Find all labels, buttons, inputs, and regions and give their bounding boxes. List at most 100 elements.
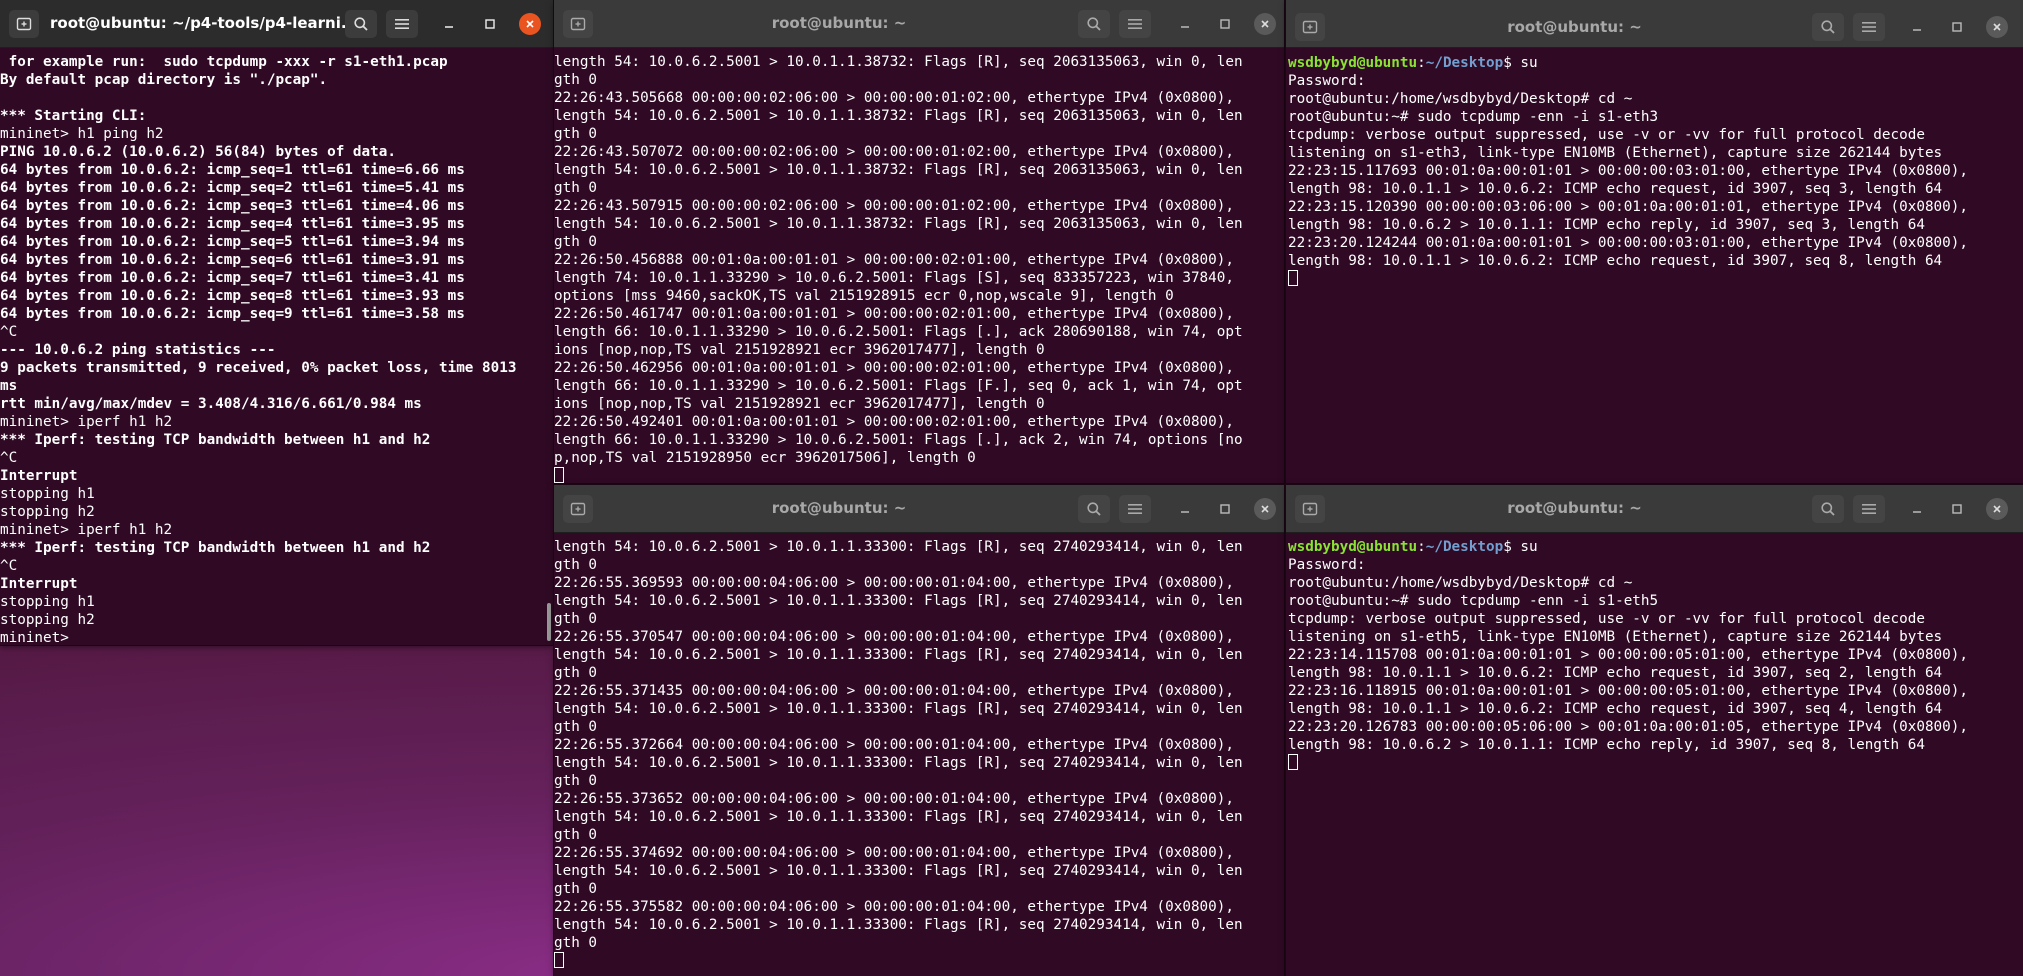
terminal-text: stopping h1 — [0, 486, 95, 502]
terminal-window-tcpdump-bottom[interactable]: root@ubuntu: ~ length 54: 10.0.6.2.5001 … — [554, 485, 1284, 976]
new-tab-icon — [570, 16, 586, 32]
hamburger-menu-icon — [1862, 21, 1876, 33]
terminal-line: stopping h2 — [0, 503, 553, 521]
new-tab-button[interactable] — [1295, 13, 1325, 41]
terminal-text: : — [1417, 539, 1426, 555]
new-tab-button[interactable] — [9, 10, 39, 38]
terminal-text: listening on s1-eth5, link-type EN10MB (… — [1288, 629, 1943, 645]
terminal-cursor — [554, 467, 564, 483]
terminal-line: length 54: 10.0.6.2.5001 > 10.0.1.1.3330… — [554, 646, 1284, 664]
terminal-line: wsdbybyd@ubuntu:~/Desktop$ su — [1288, 54, 2023, 72]
close-button[interactable] — [1254, 498, 1276, 520]
terminal-line: 22:26:50.462956 00:01:0a:00:01:01 > 00:0… — [554, 359, 1284, 377]
terminal-text: 22:23:16.118915 00:01:0a:00:01:01 > 00:0… — [1288, 683, 1968, 699]
titlebar[interactable]: root@ubuntu: ~ — [554, 485, 1284, 533]
terminal-text: root@ubuntu:~# sudo tcpdump -enn -i s1-e… — [1288, 109, 1659, 125]
close-button[interactable] — [519, 13, 541, 35]
terminal-line: length 66: 10.0.1.1.33290 > 10.0.6.2.500… — [554, 323, 1284, 341]
titlebar[interactable]: root@ubuntu: ~ — [1286, 485, 2023, 533]
window-title: root@ubuntu: ~ — [771, 499, 907, 517]
maximize-button[interactable] — [1946, 498, 1968, 520]
close-button[interactable] — [1254, 13, 1276, 35]
maximize-button[interactable] — [1214, 498, 1236, 520]
new-tab-button[interactable] — [563, 495, 593, 523]
terminal-text: *** Iperf: testing TCP bandwidth between… — [0, 432, 431, 448]
menu-button[interactable] — [1853, 13, 1885, 41]
terminal-text: 22:23:15.117693 00:01:0a:00:01:01 > 00:0… — [1288, 163, 1968, 179]
search-icon — [1086, 16, 1102, 32]
terminal-window-mininet[interactable]: root@ubuntu: ~/p4-tools/p4-learni... for… — [0, 0, 553, 645]
terminal-text: 64 bytes from 10.0.6.2: icmp_seq=8 ttl=6… — [0, 288, 465, 304]
terminal-line: 22:23:14.115708 00:01:0a:00:01:01 > 00:0… — [1288, 646, 2023, 664]
terminal-output[interactable]: for example run: sudo tcpdump -xxx -r s1… — [0, 48, 553, 645]
new-tab-button[interactable] — [563, 10, 593, 38]
terminal-window-s1-eth3[interactable]: root@ubuntu: ~ wsdbybyd@ubuntu:~/Desktop… — [1286, 0, 2023, 483]
menu-button[interactable] — [1119, 10, 1151, 38]
terminal-line: *** Iperf: testing TCP bandwidth between… — [0, 431, 553, 449]
terminal-line: 22:23:15.117693 00:01:0a:00:01:01 > 00:0… — [1288, 162, 2023, 180]
new-tab-button[interactable] — [1295, 495, 1325, 523]
window-title: root@ubuntu: ~ — [1507, 18, 1642, 36]
terminal-line: mininet> iperf h1 h2 — [0, 521, 553, 539]
titlebar[interactable]: root@ubuntu: ~ — [554, 0, 1284, 48]
terminal-line: 22:26:55.370547 00:00:00:04:06:00 > 00:0… — [554, 628, 1284, 646]
terminal-text: gth 0 — [554, 557, 598, 573]
maximize-icon — [1952, 504, 1962, 514]
close-button[interactable] — [1986, 498, 2008, 520]
titlebar[interactable]: root@ubuntu: ~/p4-tools/p4-learni... — [0, 0, 553, 48]
terminal-line: 9 packets transmitted, 9 received, 0% pa… — [0, 359, 553, 377]
maximize-button[interactable] — [1946, 16, 1968, 38]
terminal-line: options [mss 9460,sackOK,TS val 21519289… — [554, 287, 1284, 305]
terminal-line: root@ubuntu:~# sudo tcpdump -enn -i s1-e… — [1288, 592, 2023, 610]
minimize-button[interactable] — [1174, 13, 1196, 35]
search-button[interactable] — [1812, 495, 1844, 523]
terminal-line: 22:23:20.124244 00:01:0a:00:01:01 > 00:0… — [1288, 234, 2023, 252]
terminal-line: 22:26:43.505668 00:00:00:02:06:00 > 00:0… — [554, 89, 1284, 107]
terminal-text: root@ubuntu:~# sudo tcpdump -enn -i s1-e… — [1288, 593, 1659, 609]
maximize-button[interactable] — [479, 13, 501, 35]
terminal-output[interactable]: wsdbybyd@ubuntu:~/Desktop$ su Password: ro… — [1286, 49, 2023, 483]
terminal-line: for example run: sudo tcpdump -xxx -r s1… — [0, 53, 553, 71]
menu-button[interactable] — [1853, 495, 1885, 523]
terminal-line: 22:23:20.126783 00:00:00:05:06:00 > 00:0… — [1288, 718, 2023, 736]
scrollbar[interactable] — [547, 603, 551, 641]
terminal-line: 22:26:50.456888 00:01:0a:00:01:01 > 00:0… — [554, 251, 1284, 269]
menu-button[interactable] — [1119, 495, 1151, 523]
terminal-text: tcpdump: verbose output suppressed, use … — [1288, 611, 1925, 627]
search-button[interactable] — [1078, 10, 1110, 38]
terminal-line: 22:26:50.461747 00:01:0a:00:01:01 > 00:0… — [554, 305, 1284, 323]
terminal-line: 64 bytes from 10.0.6.2: icmp_seq=3 ttl=6… — [0, 197, 553, 215]
search-button[interactable] — [1078, 495, 1110, 523]
terminal-text: 64 bytes from 10.0.6.2: icmp_seq=2 ttl=6… — [0, 180, 465, 196]
terminal-text: ^C — [0, 558, 18, 574]
close-button[interactable] — [1986, 16, 2008, 38]
terminal-line: 64 bytes from 10.0.6.2: icmp_seq=6 ttl=6… — [0, 251, 553, 269]
hamburger-menu-icon — [1862, 503, 1876, 515]
minimize-button[interactable] — [1906, 16, 1928, 38]
terminal-window-s1-eth5[interactable]: root@ubuntu: ~ wsdbybyd@ubuntu:~/Desktop… — [1286, 485, 2023, 976]
terminal-line: Interrupt — [0, 575, 553, 593]
terminal-output[interactable]: length 54: 10.0.6.2.5001 > 10.0.1.1.3330… — [554, 533, 1284, 976]
minimize-icon — [1180, 19, 1190, 29]
terminal-text: 22:26:50.456888 00:01:0a:00:01:01 > 00:0… — [554, 252, 1234, 268]
terminal-window-tcpdump-top[interactable]: root@ubuntu: ~ length 54: 10.0.6.2.5001 … — [554, 0, 1284, 483]
terminal-text: 64 bytes from 10.0.6.2: icmp_seq=6 ttl=6… — [0, 252, 465, 268]
terminal-text: length 98: 10.0.6.2 > 10.0.1.1: ICMP ech… — [1288, 737, 1925, 753]
maximize-button[interactable] — [1214, 13, 1236, 35]
terminal-text: listening on s1-eth3, link-type EN10MB (… — [1288, 145, 1943, 161]
terminal-output[interactable]: wsdbybyd@ubuntu:~/Desktop$ su Password: ro… — [1286, 533, 2023, 976]
minimize-button[interactable] — [1906, 498, 1928, 520]
search-button[interactable] — [345, 10, 377, 38]
terminal-text: 22:26:55.375582 00:00:00:04:06:00 > 00:0… — [554, 899, 1234, 915]
search-button[interactable] — [1812, 13, 1844, 41]
minimize-button[interactable] — [1174, 498, 1196, 520]
menu-button[interactable] — [386, 10, 418, 38]
terminal-text: gth 0 — [554, 773, 598, 789]
terminal-text: 64 bytes from 10.0.6.2: icmp_seq=3 ttl=6… — [0, 198, 465, 214]
minimize-button[interactable] — [438, 13, 460, 35]
terminal-text: Password: — [1288, 557, 1366, 573]
terminal-output[interactable]: length 54: 10.0.6.2.5001 > 10.0.1.1.3873… — [554, 48, 1284, 483]
titlebar[interactable]: root@ubuntu: ~ — [1286, 0, 2023, 48]
terminal-line: gth 0 — [554, 233, 1284, 251]
